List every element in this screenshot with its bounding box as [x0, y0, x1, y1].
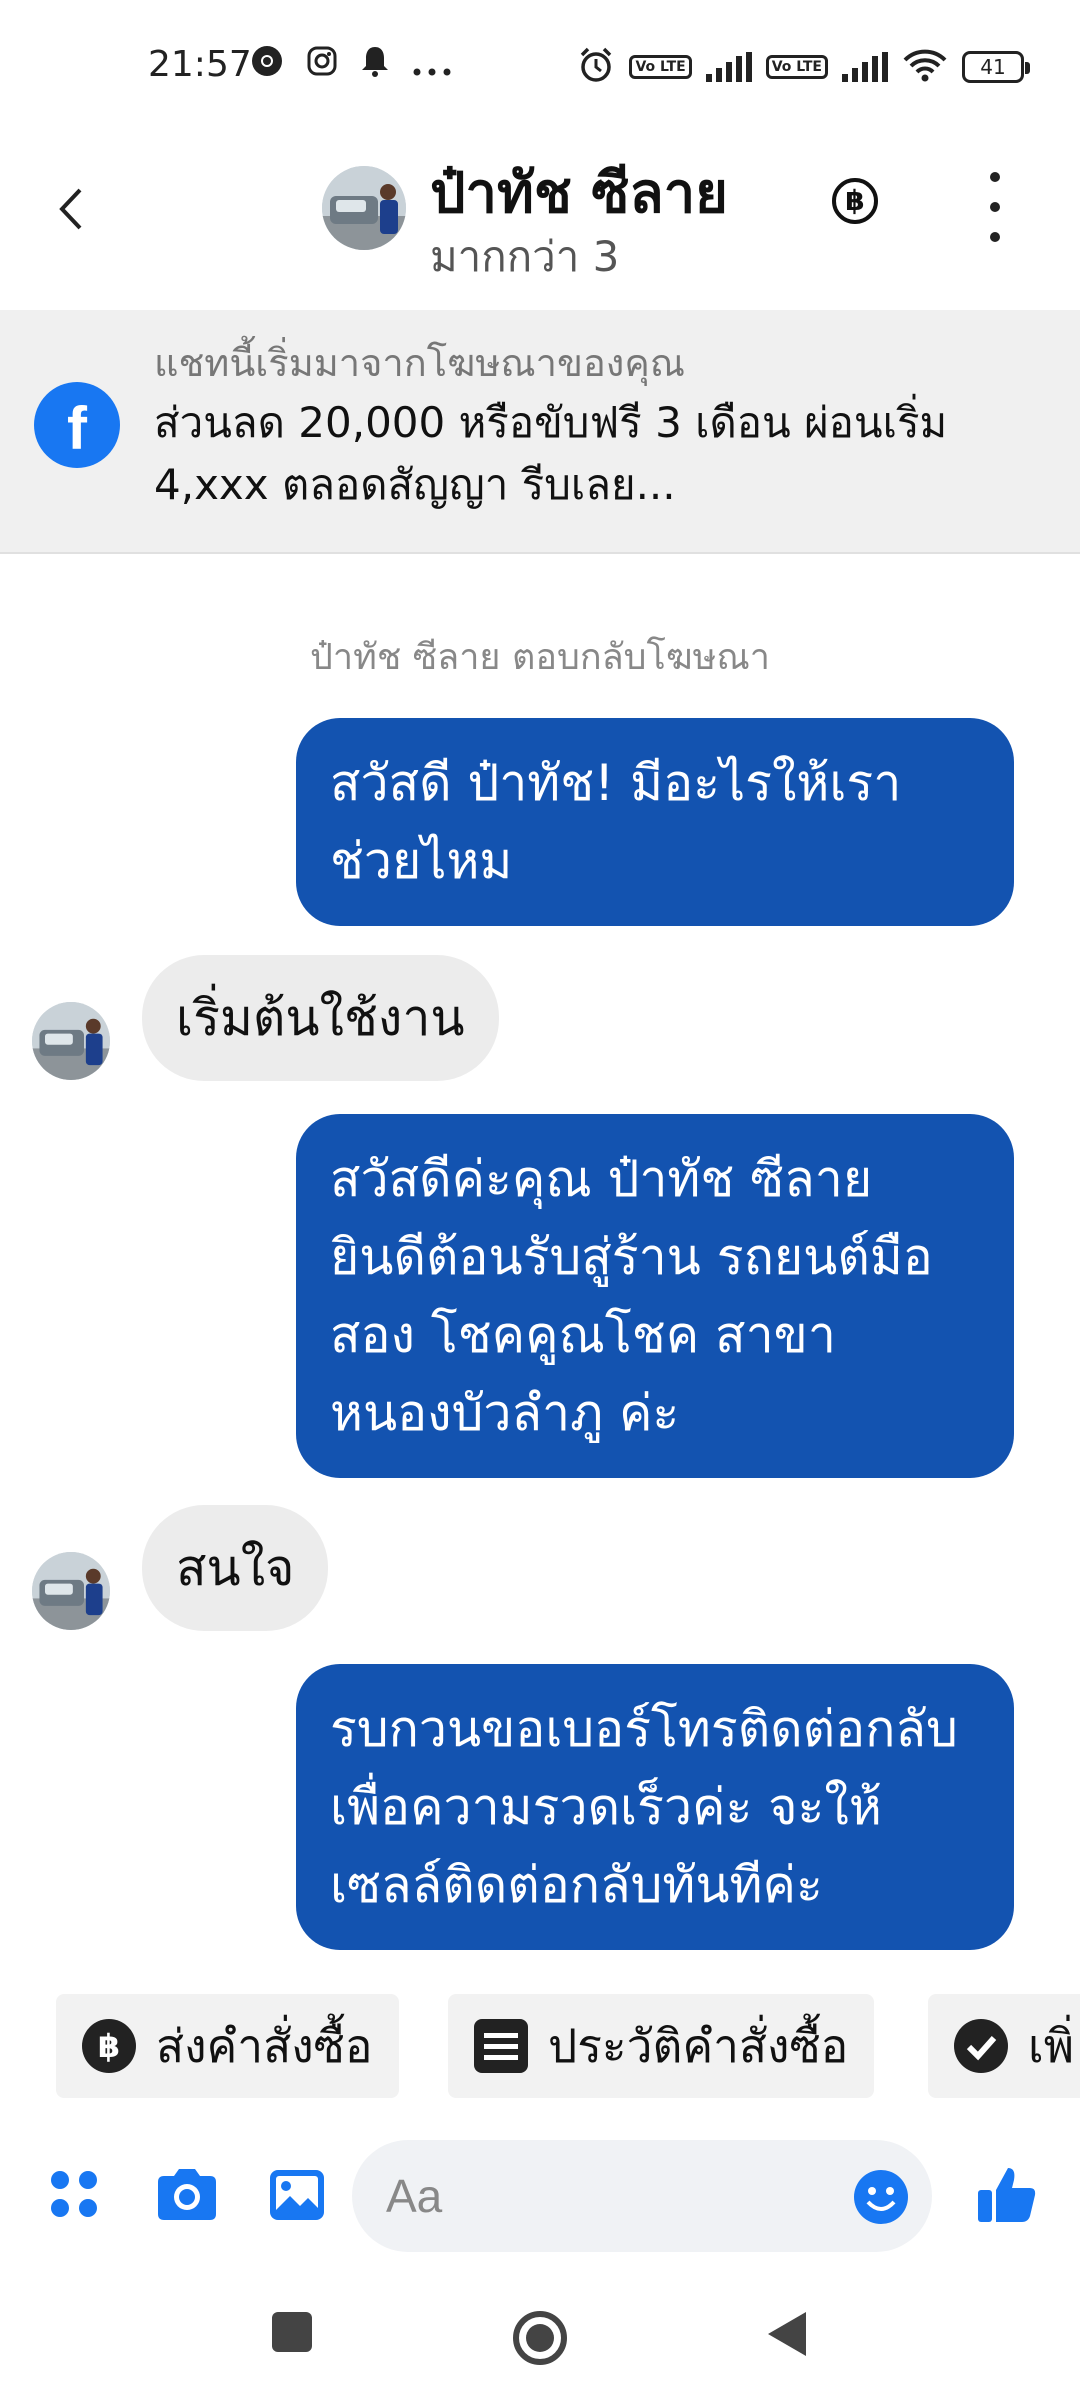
gallery-button[interactable]	[262, 2160, 332, 2230]
status-bar: 21:57 Vo LTE Vo LTE 41	[0, 0, 1080, 120]
message-bubble-incoming[interactable]: เริ่มต้นใช้งาน	[142, 955, 499, 1081]
quick-reply-more[interactable]: เพิ่	[928, 1994, 1080, 2098]
quick-reply-label: ประวัติคำสั่งซื้อ	[548, 2018, 849, 2073]
status-time: 21:57	[148, 44, 252, 85]
emoji-smile-icon	[854, 2170, 908, 2224]
quick-reply-label: เพิ่	[1028, 2018, 1075, 2073]
alarm-icon	[577, 46, 615, 88]
square-icon	[272, 2312, 312, 2352]
contact-subtitle: มากกว่า 3	[430, 232, 620, 281]
emoji-button[interactable]	[852, 2168, 910, 2226]
signal-icon	[705, 52, 752, 82]
volte-icon-2: Vo LTE	[765, 55, 828, 79]
more-options-button[interactable]	[980, 172, 1010, 242]
camera-icon	[158, 2169, 216, 2220]
more-dots-icon	[412, 45, 452, 87]
facebook-icon: f	[34, 382, 120, 468]
message-input[interactable]	[352, 2140, 932, 2252]
receipt-list-icon	[474, 2019, 528, 2073]
triangle-back-icon	[768, 2312, 806, 2356]
quick-reply-send-order[interactable]: ฿ ส่งคำสั่งซื้อ	[56, 1994, 399, 2098]
thumbs-up-icon	[978, 2168, 1036, 2222]
ad-caption: แชทนี้เริ่มมาจากโฆษณาของคุณ	[154, 341, 686, 385]
contact-avatar[interactable]	[322, 166, 406, 250]
sender-avatar	[32, 1552, 110, 1630]
message-bubble-outgoing[interactable]: สวัสดีค่ะคุณ ป๋าทัช ซีลาย ยินดีต้อนรับสู…	[296, 1114, 1014, 1478]
wifi-icon	[902, 48, 948, 86]
quick-reply-row: ฿ ส่งคำสั่งซื้อ ประวัติคำสั่งซื้อ เพิ่	[0, 1990, 1080, 2100]
status-notification-icons	[250, 44, 452, 88]
quick-reply-label: ส่งคำสั่งซื้อ	[156, 2018, 373, 2073]
check-circle-icon	[954, 2019, 1008, 2073]
home-button[interactable]	[510, 2308, 570, 2372]
message-bubble-incoming[interactable]: สนใจ	[142, 1505, 329, 1631]
bell-icon	[360, 44, 390, 88]
baht-payment-button[interactable]: ฿	[832, 178, 878, 224]
ad-text: ส่วนลด 20,000 หรือขับฟรี 3 เดือน ผ่อนเริ…	[154, 398, 948, 509]
like-button[interactable]	[972, 2160, 1042, 2230]
ad-reply-note: ป๋าทัช ซีลาย ตอบกลับโฆษณา	[310, 637, 770, 678]
chat-header: ป๋าทัช ซีลาย มากกว่า 3 ฿	[0, 120, 1080, 310]
chevron-left-icon	[59, 188, 82, 230]
system-navigation-bar	[0, 2270, 1080, 2400]
message-bubble-outgoing[interactable]: สวัสดี ป๋าทัช! มีอะไรให้เราช่วยไหม	[296, 718, 1014, 926]
sender-avatar	[32, 1002, 110, 1080]
chrome-icon	[250, 44, 284, 88]
recents-button[interactable]	[268, 2308, 316, 2360]
battery-icon: 41	[962, 51, 1030, 83]
status-system-icons: Vo LTE Vo LTE 41	[577, 46, 1030, 88]
instagram-icon	[306, 45, 338, 87]
back-button[interactable]	[56, 176, 106, 256]
circle-icon	[513, 2311, 567, 2365]
message-bubble-outgoing[interactable]: รบกวนขอเบอร์โทรติดต่อกลับเพื่อความรวดเร็…	[296, 1664, 1014, 1950]
signal-icon-2	[842, 52, 888, 82]
camera-button[interactable]	[152, 2160, 222, 2230]
message-composer	[0, 2130, 1080, 2270]
baht-icon: ฿	[82, 2019, 136, 2073]
apps-grid-button[interactable]	[42, 2160, 112, 2230]
apps-grid-icon	[51, 2171, 97, 2217]
ad-origin-banner[interactable]: f แชทนี้เริ่มมาจากโฆษณาของคุณ ส่วนลด 20,…	[0, 310, 1080, 554]
back-nav-button[interactable]	[762, 2308, 810, 2364]
volte-icon: Vo LTE	[629, 55, 692, 79]
quick-reply-order-history[interactable]: ประวัติคำสั่งซื้อ	[448, 1994, 875, 2098]
image-icon	[270, 2170, 324, 2220]
